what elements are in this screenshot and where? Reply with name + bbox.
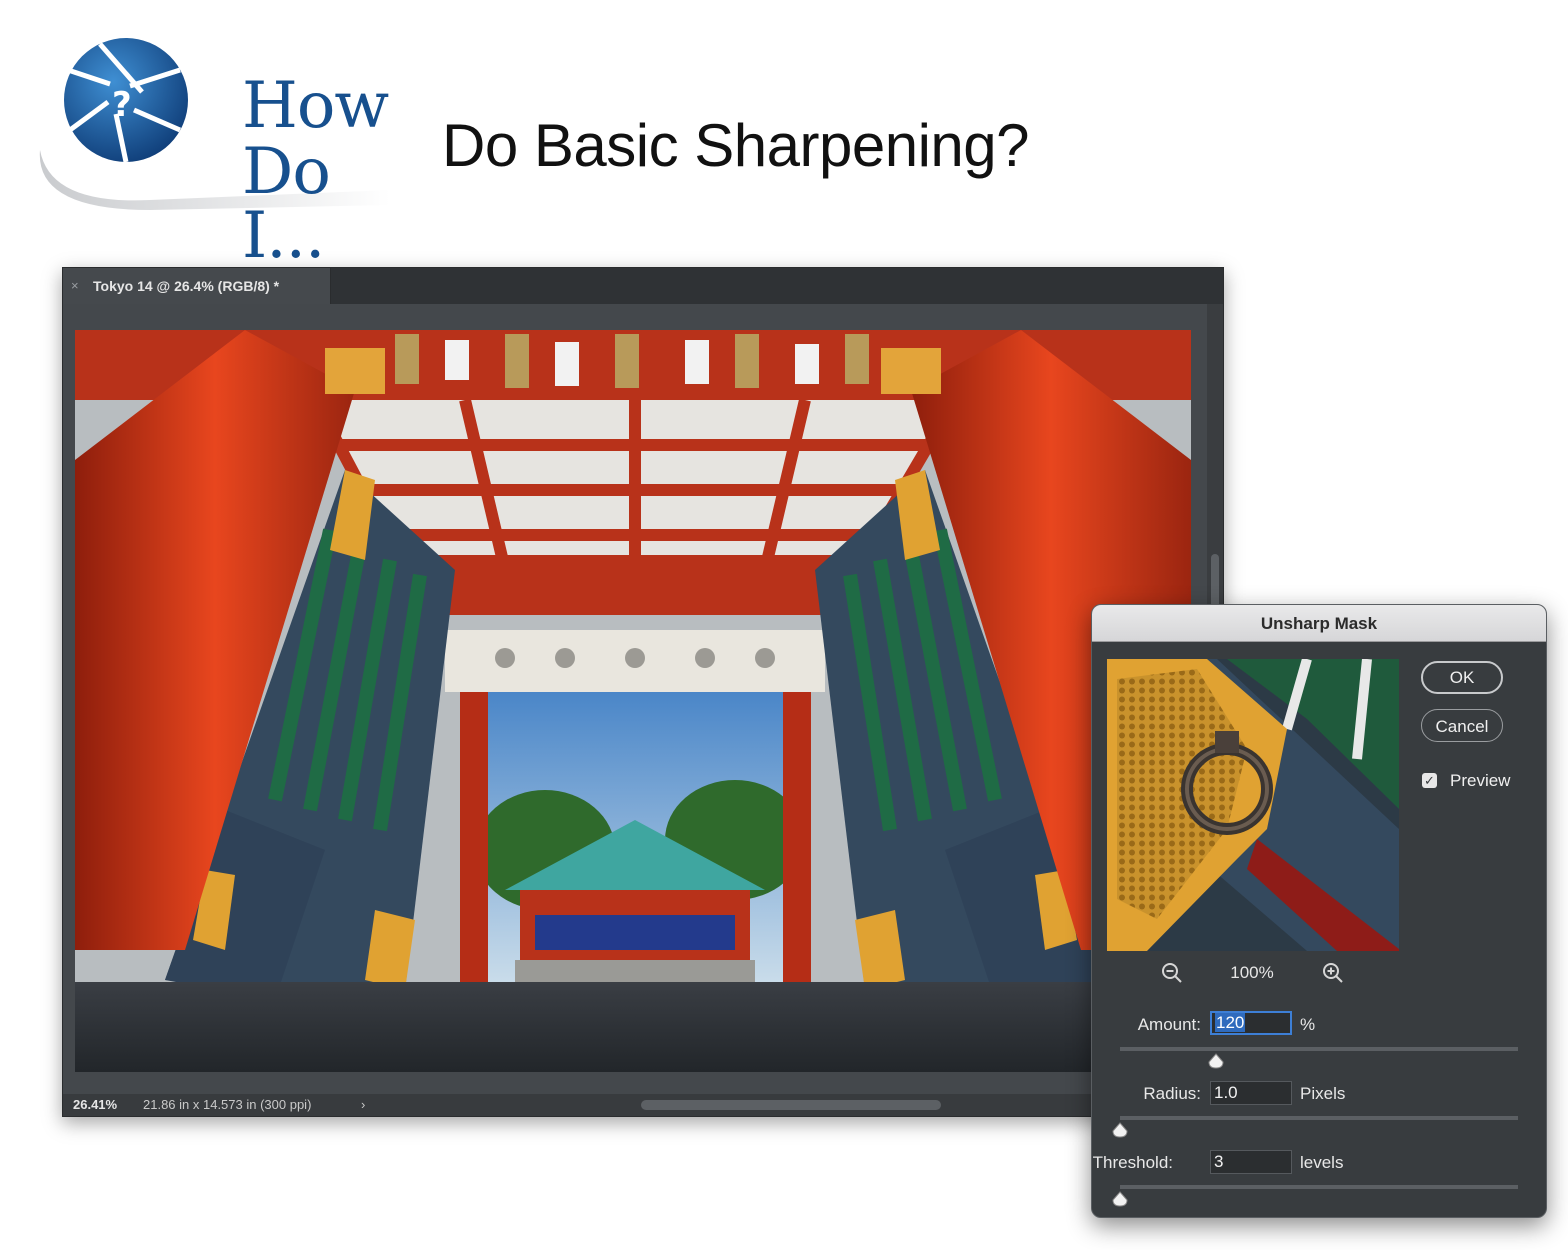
- amount-label: Amount:: [1137, 1015, 1201, 1034]
- threshold-slider-track[interactable]: [1120, 1185, 1518, 1189]
- amount-slider-thumb[interactable]: [1208, 1053, 1224, 1069]
- radius-unit: Pixels: [1300, 1084, 1346, 1103]
- radius-value: 1.0: [1214, 1083, 1238, 1102]
- unsharp-mask-dialog: Unsharp Mask OK Cancel ✓ Preview 100% Am…: [1091, 604, 1547, 1218]
- status-document-size: 21.86 in x 14.573 in (300 ppi): [143, 1097, 312, 1112]
- radius-slider-track[interactable]: [1120, 1116, 1518, 1120]
- chevron-right-icon[interactable]: ›: [361, 1097, 365, 1112]
- svg-text:?: ?: [112, 85, 132, 125]
- document-tab-title: Tokyo 14 @ 26.4% (RGB/8) *: [93, 278, 280, 294]
- cancel-button[interactable]: Cancel: [1421, 709, 1503, 742]
- threshold-label: Threshold:: [1092, 1153, 1173, 1172]
- zoom-in-icon[interactable]: [1321, 961, 1345, 985]
- threshold-slider-thumb[interactable]: [1112, 1191, 1128, 1207]
- threshold-unit: levels: [1300, 1153, 1344, 1172]
- threshold-value: 3: [1214, 1152, 1224, 1171]
- amount-value: 120: [1215, 1013, 1246, 1032]
- document-window: × Tokyo 14 @ 26.4% (RGB/8) * 26.41% 21.8…: [62, 267, 1224, 1117]
- preview-zoom-level: 100%: [1230, 963, 1274, 982]
- shrine-gate-photo: [75, 330, 1191, 1072]
- preview-checkbox[interactable]: ✓: [1422, 773, 1437, 788]
- amount-slider-track[interactable]: [1120, 1047, 1518, 1051]
- threshold-field[interactable]: 3: [1210, 1150, 1292, 1174]
- status-bar: 26.41% 21.86 in x 14.573 in (300 ppi) ›: [63, 1094, 1223, 1116]
- status-zoom[interactable]: 26.41%: [73, 1097, 117, 1112]
- amount-unit: %: [1300, 1015, 1316, 1034]
- dialog-title: Unsharp Mask: [1260, 614, 1378, 633]
- logo-do-i: Do I...: [242, 135, 331, 273]
- document-tabbar: × Tokyo 14 @ 26.4% (RGB/8) *: [63, 268, 1223, 304]
- document-tab[interactable]: × Tokyo 14 @ 26.4% (RGB/8) *: [63, 268, 331, 304]
- horizontal-scroll-thumb[interactable]: [641, 1100, 941, 1110]
- radius-label: Radius:: [1143, 1084, 1201, 1103]
- radius-slider-thumb[interactable]: [1112, 1122, 1128, 1138]
- canvas-area[interactable]: [63, 304, 1209, 1096]
- zoom-out-icon[interactable]: [1160, 961, 1184, 985]
- ok-button[interactable]: OK: [1421, 661, 1503, 694]
- door-ring-preview-image: [1107, 659, 1399, 951]
- dialog-titlebar[interactable]: Unsharp Mask: [1092, 605, 1546, 642]
- amount-field[interactable]: 120: [1210, 1011, 1292, 1035]
- filter-preview[interactable]: [1107, 659, 1399, 951]
- radius-field[interactable]: 1.0: [1210, 1081, 1292, 1105]
- close-icon[interactable]: ×: [71, 278, 79, 293]
- logo-how: How: [242, 69, 389, 143]
- preview-label[interactable]: Preview: [1450, 771, 1510, 791]
- how-do-i-logo: ? How Do I...: [30, 30, 430, 268]
- page-title: Do Basic Sharpening?: [442, 112, 1030, 179]
